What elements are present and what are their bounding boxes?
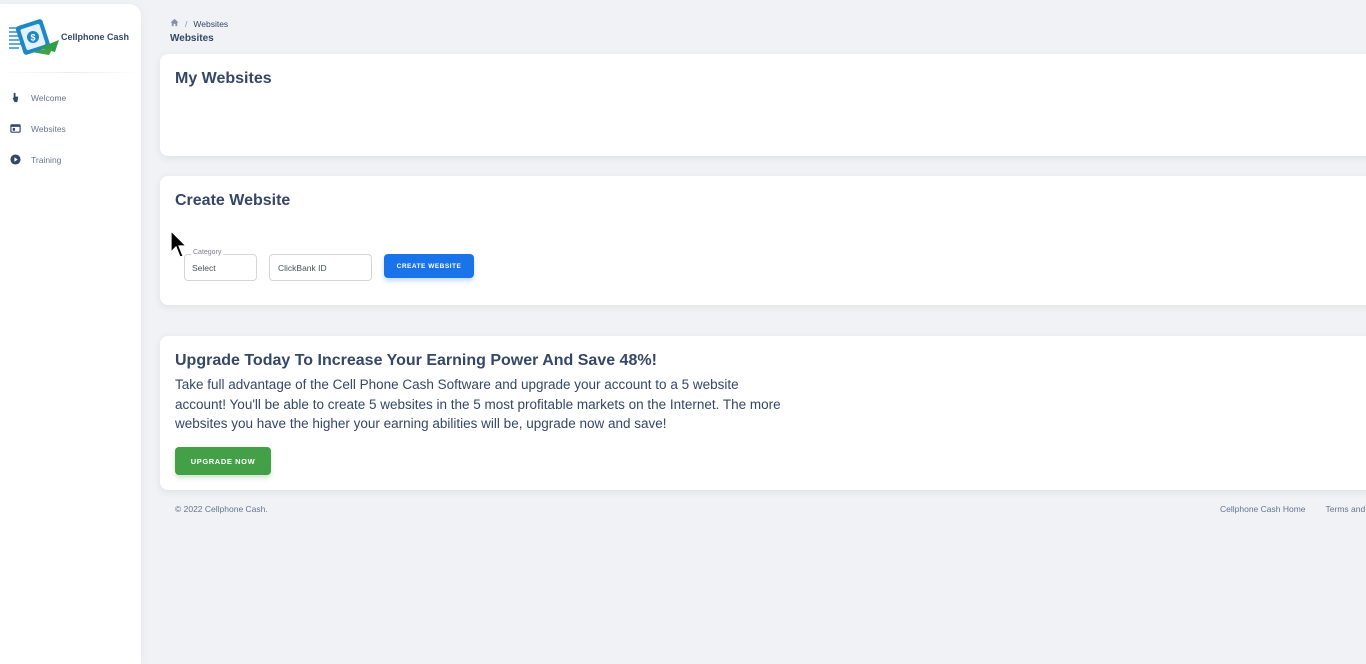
sidebar-nav: Welcome Websites Training (0, 82, 141, 175)
breadcrumb-current: Websites (193, 18, 229, 29)
sidebar-divider (0, 72, 141, 73)
home-icon[interactable] (170, 18, 179, 29)
upgrade-description: Take full advantage of the Cell Phone Ca… (175, 377, 781, 432)
cellphone-cash-logo: $ (9, 19, 59, 55)
sidebar: $ Cellphone Cash Welcome Websites Traini… (0, 4, 141, 664)
category-label: Category (191, 249, 224, 256)
clickbank-id-input[interactable] (270, 255, 371, 280)
hand-wave-icon (10, 92, 21, 103)
clickbank-id-field[interactable] (269, 254, 372, 281)
mouse-cursor-icon (170, 230, 188, 258)
create-website-title: Create Website (175, 192, 291, 209)
footer-link-home[interactable]: Cellphone Cash Home (1220, 504, 1306, 514)
sidebar-item-websites[interactable]: Websites (0, 113, 141, 144)
play-circle-icon (10, 154, 21, 165)
sidebar-item-label: Training (31, 154, 62, 165)
brand-name: Cellphone Cash (61, 32, 130, 42)
svg-text:$: $ (31, 33, 36, 43)
sidebar-item-welcome[interactable]: Welcome (0, 82, 141, 113)
footer-link-terms[interactable]: Terms and (1326, 504, 1366, 514)
my-websites-card: My Websites (160, 54, 1366, 156)
category-select[interactable]: Category Select (184, 249, 257, 281)
upgrade-title: Upgrade Today To Increase Your Earning P… (175, 352, 657, 369)
sidebar-item-label: Welcome (31, 92, 67, 103)
page-title: Websites (170, 33, 214, 44)
web-icon (10, 123, 21, 134)
upgrade-card: Upgrade Today To Increase Your Earning P… (160, 336, 1366, 490)
create-website-card: Create Website Category Select Create We… (160, 176, 1366, 305)
footer-copyright: © 2022 Cellphone Cash. (175, 504, 268, 514)
breadcrumb-separator: / (185, 18, 188, 29)
category-value: Select (192, 263, 216, 273)
sidebar-item-training[interactable]: Training (0, 144, 141, 175)
brand[interactable]: $ Cellphone Cash (9, 18, 129, 56)
my-websites-title: My Websites (175, 70, 272, 87)
sidebar-item-label: Websites (31, 123, 66, 134)
upgrade-now-button[interactable]: Upgrade Now (175, 447, 271, 475)
breadcrumb: / Websites (170, 18, 228, 29)
create-website-button[interactable]: Create Website (384, 254, 474, 278)
footer-links: Cellphone Cash Home Terms and (1220, 504, 1366, 514)
